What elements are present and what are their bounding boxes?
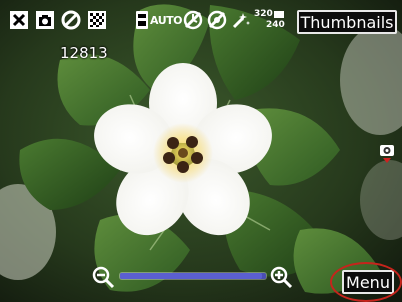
zoom-slider-fill xyxy=(120,273,262,279)
grid-pattern-icon[interactable] xyxy=(86,9,108,31)
top-toolbar: AUTO 320 240 Thumbnails xyxy=(0,0,402,40)
zoom-in-icon[interactable] xyxy=(268,264,294,290)
camera-viewfinder[interactable]: AUTO 320 240 Thumbnails 12813 Menu xyxy=(0,0,402,302)
burst-off-icon[interactable] xyxy=(206,9,228,31)
white-balance-label: AUTO xyxy=(150,13,182,27)
camera-switch-icon[interactable] xyxy=(378,142,396,164)
thumbnails-button[interactable]: Thumbnails xyxy=(297,10,397,34)
white-balance-auto-icon: AUTO xyxy=(150,9,182,31)
camera-mode-icon[interactable] xyxy=(34,9,56,31)
close-icon[interactable] xyxy=(8,9,30,31)
menu-button[interactable]: Menu xyxy=(342,270,394,294)
zoom-slider[interactable] xyxy=(120,273,266,279)
resolution-320x240-icon[interactable]: 320 240 xyxy=(254,9,288,31)
resolution-height: 240 xyxy=(266,20,285,30)
flash-off-icon[interactable] xyxy=(60,9,82,31)
zoom-out-icon[interactable] xyxy=(90,264,116,290)
resolution-frame-icon xyxy=(274,11,284,18)
effect-icon[interactable] xyxy=(230,9,252,31)
timer-off-icon[interactable] xyxy=(182,9,204,31)
resolution-width: 320 xyxy=(254,9,273,19)
shot-counter: 12813 xyxy=(60,44,108,62)
zoom-control xyxy=(90,262,296,290)
storage-card-icon xyxy=(134,9,150,31)
